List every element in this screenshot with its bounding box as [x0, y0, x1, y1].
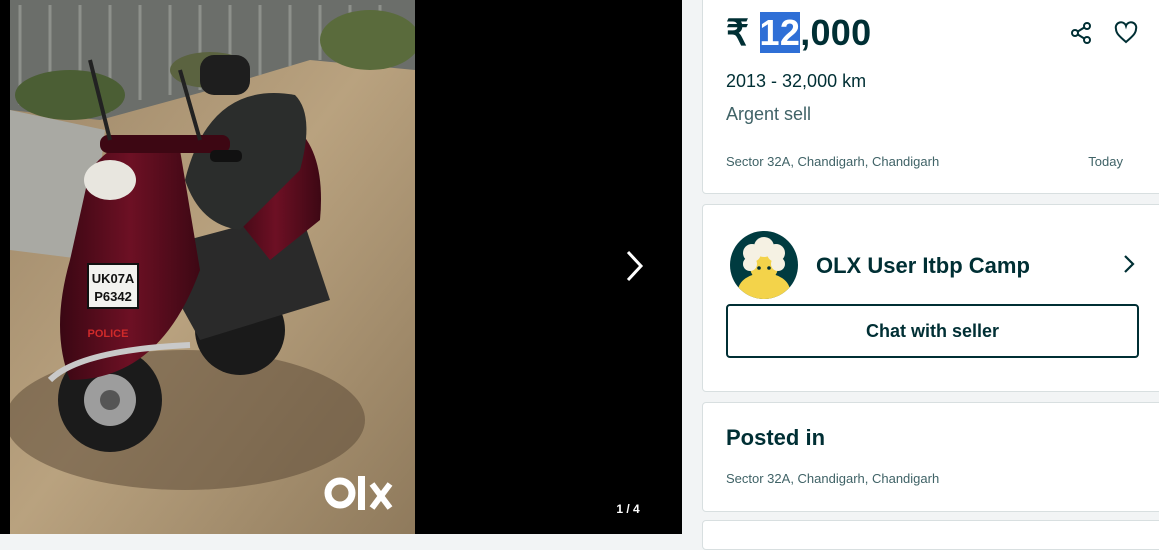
share-button[interactable] — [1069, 21, 1093, 45]
listing-photo[interactable]: UK07A P6342 POLICE — [10, 0, 415, 534]
listing-title: Argent sell — [726, 104, 812, 124]
image-gallery[interactable]: UK07A P6342 POLICE 1 / 4 — [0, 0, 682, 534]
currency-symbol: ₹ — [726, 12, 750, 53]
seller-name-link[interactable]: OLX User Itbp Camp — [816, 253, 1030, 279]
price-card: ₹ 12,000 2013 - 32,000 km Argent sell Se… — [702, 0, 1159, 194]
share-icon — [1071, 22, 1091, 44]
seller-card: OLX User Itbp Camp Chat with seller — [702, 204, 1159, 392]
price-selected-text: 12 — [759, 12, 801, 53]
posted-date: Today — [1088, 154, 1123, 169]
avatar-icon — [730, 231, 798, 299]
listing-location: Sector 32A, Chandigarh, Chandigarh — [726, 154, 940, 169]
chevron-right-icon — [626, 250, 644, 282]
price-rest: ,000 — [800, 12, 872, 53]
next-card — [702, 520, 1159, 550]
posted-in-heading: Posted in — [726, 425, 826, 450]
plate-line-2: P6342 — [94, 289, 132, 304]
chevron-right-icon — [1124, 255, 1135, 273]
image-counter: 1 / 4 — [616, 502, 640, 516]
posted-in-location: Sector 32A, Chandigarh, Chandigarh — [726, 471, 940, 486]
seller-avatar[interactable] — [730, 231, 798, 299]
listing-price: ₹ 12,000 — [726, 12, 871, 54]
chat-with-seller-button[interactable]: Chat with seller — [726, 304, 1139, 358]
year-kilometers: 2013 - 32,000 km — [726, 71, 867, 91]
next-image-button[interactable] — [614, 245, 654, 287]
favorite-button[interactable] — [1114, 21, 1138, 45]
seller-profile-button[interactable] — [1119, 253, 1139, 275]
police-tag: POLICE — [88, 328, 129, 340]
posted-in-card: Posted in Sector 32A, Chandigarh, Chandi… — [702, 402, 1159, 512]
heart-icon — [1114, 21, 1138, 44]
plate-line-1: UK07A — [92, 271, 135, 286]
scooter-photo: UK07A P6342 POLICE — [10, 0, 415, 534]
